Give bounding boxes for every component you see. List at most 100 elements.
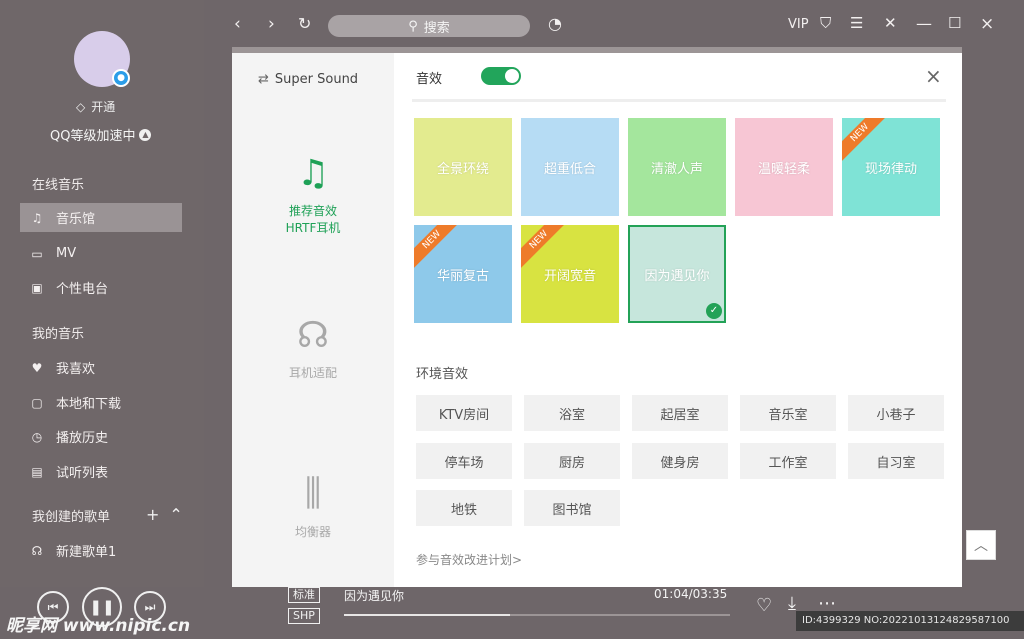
playlist-tools: + ⌃ — [146, 505, 183, 524]
nav-label: 耳机适配 — [288, 366, 337, 380]
close-window-icon[interactable]: × — [980, 14, 994, 34]
arrow-up-icon: ▲ — [139, 128, 152, 141]
preset-tile[interactable]: NEW 开阔宽音 — [521, 225, 619, 323]
sidebar-item-radio[interactable]: ▣ 个性电台 — [20, 273, 182, 302]
section-created-playlists: 我创建的歌单 — [32, 510, 111, 525]
join-improvement-link[interactable]: 参与音效改进计划> — [416, 551, 522, 568]
progress-slider[interactable] — [344, 614, 730, 616]
toggle-knob — [505, 69, 519, 83]
add-icon[interactable]: + — [146, 505, 159, 524]
divider — [412, 99, 946, 102]
skin-icon[interactable]: ⛉ — [820, 14, 831, 32]
close-icon[interactable]: × — [925, 64, 942, 88]
music-note-icon: ♫ — [31, 210, 43, 225]
headphones-icon: ☊ — [297, 315, 329, 356]
preset-tile[interactable]: NEW 华丽复古 — [414, 225, 512, 323]
sidebar-item-favorites[interactable]: ♥ 我喜欢 — [20, 353, 182, 382]
super-sound-logo-icon: ⇄ — [258, 72, 269, 87]
env-button[interactable]: 图书馆 — [524, 490, 620, 526]
env-button[interactable]: 自习室 — [848, 443, 944, 479]
download-icon[interactable]: ⤓ — [788, 593, 796, 614]
maximize-icon[interactable]: ☐ — [948, 14, 961, 32]
song-title: 因为遇见你 — [344, 589, 405, 603]
qq-level-status[interactable]: QQ等级加速中 ▲ — [50, 125, 152, 144]
nav-equalizer[interactable]: ⫼ 均衡器 — [232, 473, 394, 540]
env-button[interactable]: 停车场 — [416, 443, 512, 479]
refresh-icon[interactable]: ↻ — [298, 14, 311, 33]
search-icon: ⚲ — [408, 18, 418, 34]
preset-label: 温暖轻柔 — [757, 161, 810, 177]
preset-label: 全景环绕 — [436, 161, 489, 177]
preset-label: 华丽复古 — [436, 268, 489, 284]
preset-tile[interactable]: 清澈人声 — [628, 118, 726, 216]
chevron-up-icon[interactable]: ⌃ — [169, 505, 182, 524]
preset-label: 超重低合 — [543, 161, 596, 177]
sidebar: ● ◇ 开通 QQ等级加速中 ▲ 在线音乐 ♫ 音乐馆 ▭ MV ▣ 个性电台 … — [0, 0, 204, 639]
qq-level-label: QQ等级加速中 — [50, 129, 136, 144]
nav-headphone-adapt[interactable]: ☊ 耳机适配 — [232, 315, 394, 381]
sidebar-item-label: 个性电台 — [56, 282, 109, 297]
bell-icon: ● — [112, 69, 130, 87]
sidebar-item-trial-list[interactable]: ▤ 试听列表 — [20, 457, 182, 486]
heart-icon[interactable]: ♡ — [756, 595, 772, 616]
vip-open-link[interactable]: ◇ 开通 — [76, 98, 115, 115]
env-button[interactable]: 起居室 — [632, 395, 728, 431]
progress-fill — [344, 614, 510, 616]
sidebar-item-history[interactable]: ◷ 播放历史 — [20, 422, 182, 451]
search-input[interactable]: ⚲ 搜索 — [328, 15, 530, 37]
radio-icon: ▣ — [31, 280, 43, 295]
env-button[interactable]: 小巷子 — [848, 395, 944, 431]
music-notes-icon: ♫ — [296, 153, 330, 194]
scroll-to-top-button[interactable]: ︿ — [966, 530, 996, 560]
check-icon: ✓ — [706, 303, 722, 319]
heart-icon: ♥ — [31, 360, 43, 375]
env-button[interactable]: 工作室 — [740, 443, 836, 479]
vip-open-label: 开通 — [91, 100, 116, 114]
vip-button[interactable]: VIP — [788, 17, 809, 32]
diamond-icon: ◇ — [76, 99, 86, 114]
forward-icon[interactable]: › — [268, 14, 275, 34]
env-button[interactable]: 健身房 — [632, 443, 728, 479]
preset-tile-selected[interactable]: 因为遇见你 ✓ — [628, 225, 726, 323]
preset-tile[interactable]: 全景环绕 — [414, 118, 512, 216]
preset-label: 因为遇见你 — [644, 268, 710, 284]
sidebar-item-mv[interactable]: ▭ MV — [20, 239, 182, 268]
preset-label: 清澈人声 — [650, 161, 703, 177]
super-sound-title: Super Sound — [274, 72, 359, 87]
sidebar-item-label: 播放历史 — [56, 431, 109, 446]
effect-toggle[interactable] — [481, 67, 521, 85]
preset-tile[interactable]: NEW 现场律动 — [842, 118, 940, 216]
minimize-icon[interactable]: — — [916, 14, 932, 33]
nav-recommended-effects[interactable]: ♫ 推荐音效 HRTF耳机 — [232, 153, 394, 236]
env-button[interactable]: 地铁 — [416, 490, 512, 526]
env-button[interactable]: 厨房 — [524, 443, 620, 479]
video-icon: ▭ — [31, 246, 43, 261]
sidebar-item-label: 新建歌单1 — [56, 545, 117, 560]
headphones-icon: ☊ — [31, 543, 43, 558]
settings-icon[interactable]: ☰ — [850, 14, 863, 32]
env-button[interactable]: 浴室 — [524, 395, 620, 431]
sidebar-item-playlist[interactable]: ☊ 新建歌单1 — [20, 536, 182, 565]
sidebar-item-local[interactable]: ▢ 本地和下载 — [20, 388, 182, 417]
watermark: 昵享网 www.nipic.cn — [6, 616, 191, 636]
recognize-music-icon[interactable]: ◔ — [548, 14, 562, 33]
player-bar: ⏮ ❚❚ ⏭ 标准 SHP 因为遇见你 01:04/03:35 ♡ ⤓ ⋯ 昵享… — [0, 587, 1024, 639]
equalizer-icon: ⫼ — [304, 473, 322, 514]
quality-tag[interactable]: 标准 — [288, 587, 320, 603]
section-my-music: 我的音乐 — [32, 327, 85, 342]
sidebar-item-music-hall[interactable]: ♫ 音乐馆 — [20, 203, 182, 232]
section-online-music: 在线音乐 — [32, 178, 85, 193]
env-button[interactable]: KTV房间 — [416, 395, 512, 431]
history-icon: ◷ — [31, 429, 43, 444]
mini-mode-icon[interactable]: ✕ — [884, 14, 897, 32]
environment-effects-title: 环境音效 — [416, 367, 469, 382]
sidebar-item-label: 我喜欢 — [56, 362, 96, 377]
preset-tile[interactable]: 温暖轻柔 — [735, 118, 833, 216]
back-icon[interactable]: ‹ — [234, 14, 241, 34]
preset-tile[interactable]: 超重低合 — [521, 118, 619, 216]
sidebar-item-label: 本地和下载 — [56, 397, 122, 412]
sidebar-item-label: 音乐馆 — [56, 212, 96, 227]
list-icon: ▤ — [31, 464, 43, 479]
quality-tag-shp[interactable]: SHP — [288, 608, 320, 624]
env-button[interactable]: 音乐室 — [740, 395, 836, 431]
